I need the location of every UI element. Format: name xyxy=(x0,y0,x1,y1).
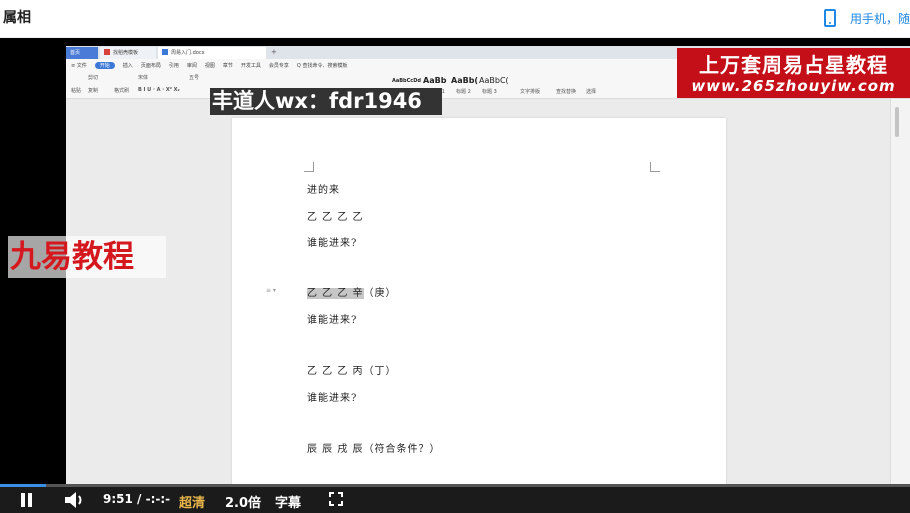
wps-window: 首页 找稻壳模板 周易入门.docx + ≡ 文件 开始 插入 页面布局 引用 … xyxy=(66,46,910,486)
tab-document: 周易入门.docx xyxy=(158,47,266,59)
quality-button[interactable]: 超清 xyxy=(179,492,205,511)
format-buttons: B I U · A · X² X₂ xyxy=(138,87,180,93)
doc-line-6: 乙 乙 乙 丙（丁） xyxy=(307,366,397,377)
page-header: 属相 用手机，随 xyxy=(0,0,910,38)
margin-corner-left xyxy=(304,162,314,172)
style-h3-name: 标题 3 xyxy=(482,89,497,95)
speed-button[interactable]: 2.0倍 xyxy=(225,492,261,511)
mobile-view-link[interactable]: 用手机，随 xyxy=(823,6,910,30)
menu-layout: 页面布局 xyxy=(140,62,161,69)
wps-scrollbar-thumb xyxy=(895,107,899,137)
page-root: 属相 用手机，随 首页 找稻壳模板 周易入门.docx + ≡ 文件 开始 插入… xyxy=(0,0,910,513)
menu-search: Q 查找命令、搜索模板 xyxy=(296,62,348,69)
watermark-right-title: 上万套周易占星教程 xyxy=(699,53,888,77)
style-normal: AaBbCcDd xyxy=(392,78,421,84)
new-tab-icon: + xyxy=(271,48,277,56)
font-select: 宋体 xyxy=(138,75,149,81)
watermark-right-url: www.265zhouyiw.com xyxy=(691,77,896,95)
menu-developer: 开发工具 xyxy=(240,62,261,69)
text-tools-label: 文字排版 xyxy=(520,89,541,95)
menu-section: 章节 xyxy=(222,62,233,69)
doc-line-4: 乙 乙 乙 辛（庚） xyxy=(307,288,397,299)
menu-review: 审阅 xyxy=(186,62,197,69)
fullscreen-icon[interactable] xyxy=(329,492,343,506)
paste-label: 粘贴 xyxy=(71,88,82,94)
time-display: 9:51 / -:-:- xyxy=(103,492,171,506)
watermark-contact: 丰道人wx：fdr1946 xyxy=(210,88,442,115)
format-painter-label: 格式刷 xyxy=(114,88,130,94)
menu-insert: 插入 xyxy=(122,62,133,69)
doc-line-7: 谁能进来? xyxy=(307,393,358,404)
doc-line-3: 谁能进来? xyxy=(307,238,358,249)
select-label: 选择 xyxy=(586,89,597,95)
style-h3: AaBbC( xyxy=(479,76,509,85)
player-controls: 9:51 / -:-:- 超清 2.0倍 字幕 xyxy=(0,484,910,513)
doc-line-2: 乙 乙 乙 乙 xyxy=(307,212,364,223)
progress-fill xyxy=(0,484,46,487)
doc-line-5: 谁能进来? xyxy=(307,315,358,326)
selected-text: 乙 乙 乙 辛 xyxy=(307,288,364,299)
watermark-banner-right: 上万套周易占星教程 www.265zhouyiw.com xyxy=(677,48,910,98)
menu-home: 开始 xyxy=(94,61,115,69)
subtitle-button[interactable]: 字幕 xyxy=(275,492,301,511)
document-page: ≡ ▾ 进的来 乙 乙 乙 乙 谁能进来? 乙 乙 乙 辛（庚） 谁能进来? 乙… xyxy=(232,118,726,486)
video-player[interactable]: 首页 找稻壳模板 周易入门.docx + ≡ 文件 开始 插入 页面布局 引用 … xyxy=(0,38,910,513)
doc-line-8: 辰 辰 戌 辰（符合条件？） xyxy=(307,444,441,455)
tab-template: 找稻壳模板 xyxy=(100,47,156,59)
phone-icon xyxy=(823,9,836,27)
watermark-left: 九易教程 xyxy=(8,236,166,278)
menu-member: 会员专享 xyxy=(268,62,289,69)
doc-line-1: 进的来 xyxy=(307,185,340,196)
menu-view: 视图 xyxy=(204,62,215,69)
doc-icon xyxy=(162,49,168,55)
template-icon xyxy=(104,49,110,55)
mobile-view-label: 用手机，随 xyxy=(849,11,910,26)
wps-scrollbar xyxy=(890,99,910,486)
style-h2-name: 标题 2 xyxy=(456,89,471,95)
page-title: 属相 xyxy=(3,10,31,26)
pause-button[interactable] xyxy=(20,493,34,507)
find-replace-label: 查找替换 xyxy=(556,89,577,95)
document-area: ≡ ▾ 进的来 乙 乙 乙 乙 谁能进来? 乙 乙 乙 辛（庚） 谁能进来? 乙… xyxy=(66,99,910,486)
volume-icon[interactable] xyxy=(64,491,86,509)
paragraph-mark-icon: ≡ ▾ xyxy=(266,287,276,294)
progress-bar[interactable] xyxy=(0,484,910,487)
tab-home: 首页 xyxy=(66,47,98,59)
copy-label: 复制 xyxy=(88,88,99,94)
size-select: 五号 xyxy=(189,75,200,81)
style-h2: AaBb( xyxy=(451,76,479,85)
cut-label: 剪切 xyxy=(88,75,99,81)
menu-references: 引用 xyxy=(168,62,179,69)
margin-corner-right xyxy=(650,162,660,172)
style-h1: AaBb xyxy=(423,76,447,85)
menu-file: ≡ 文件 xyxy=(71,62,87,69)
